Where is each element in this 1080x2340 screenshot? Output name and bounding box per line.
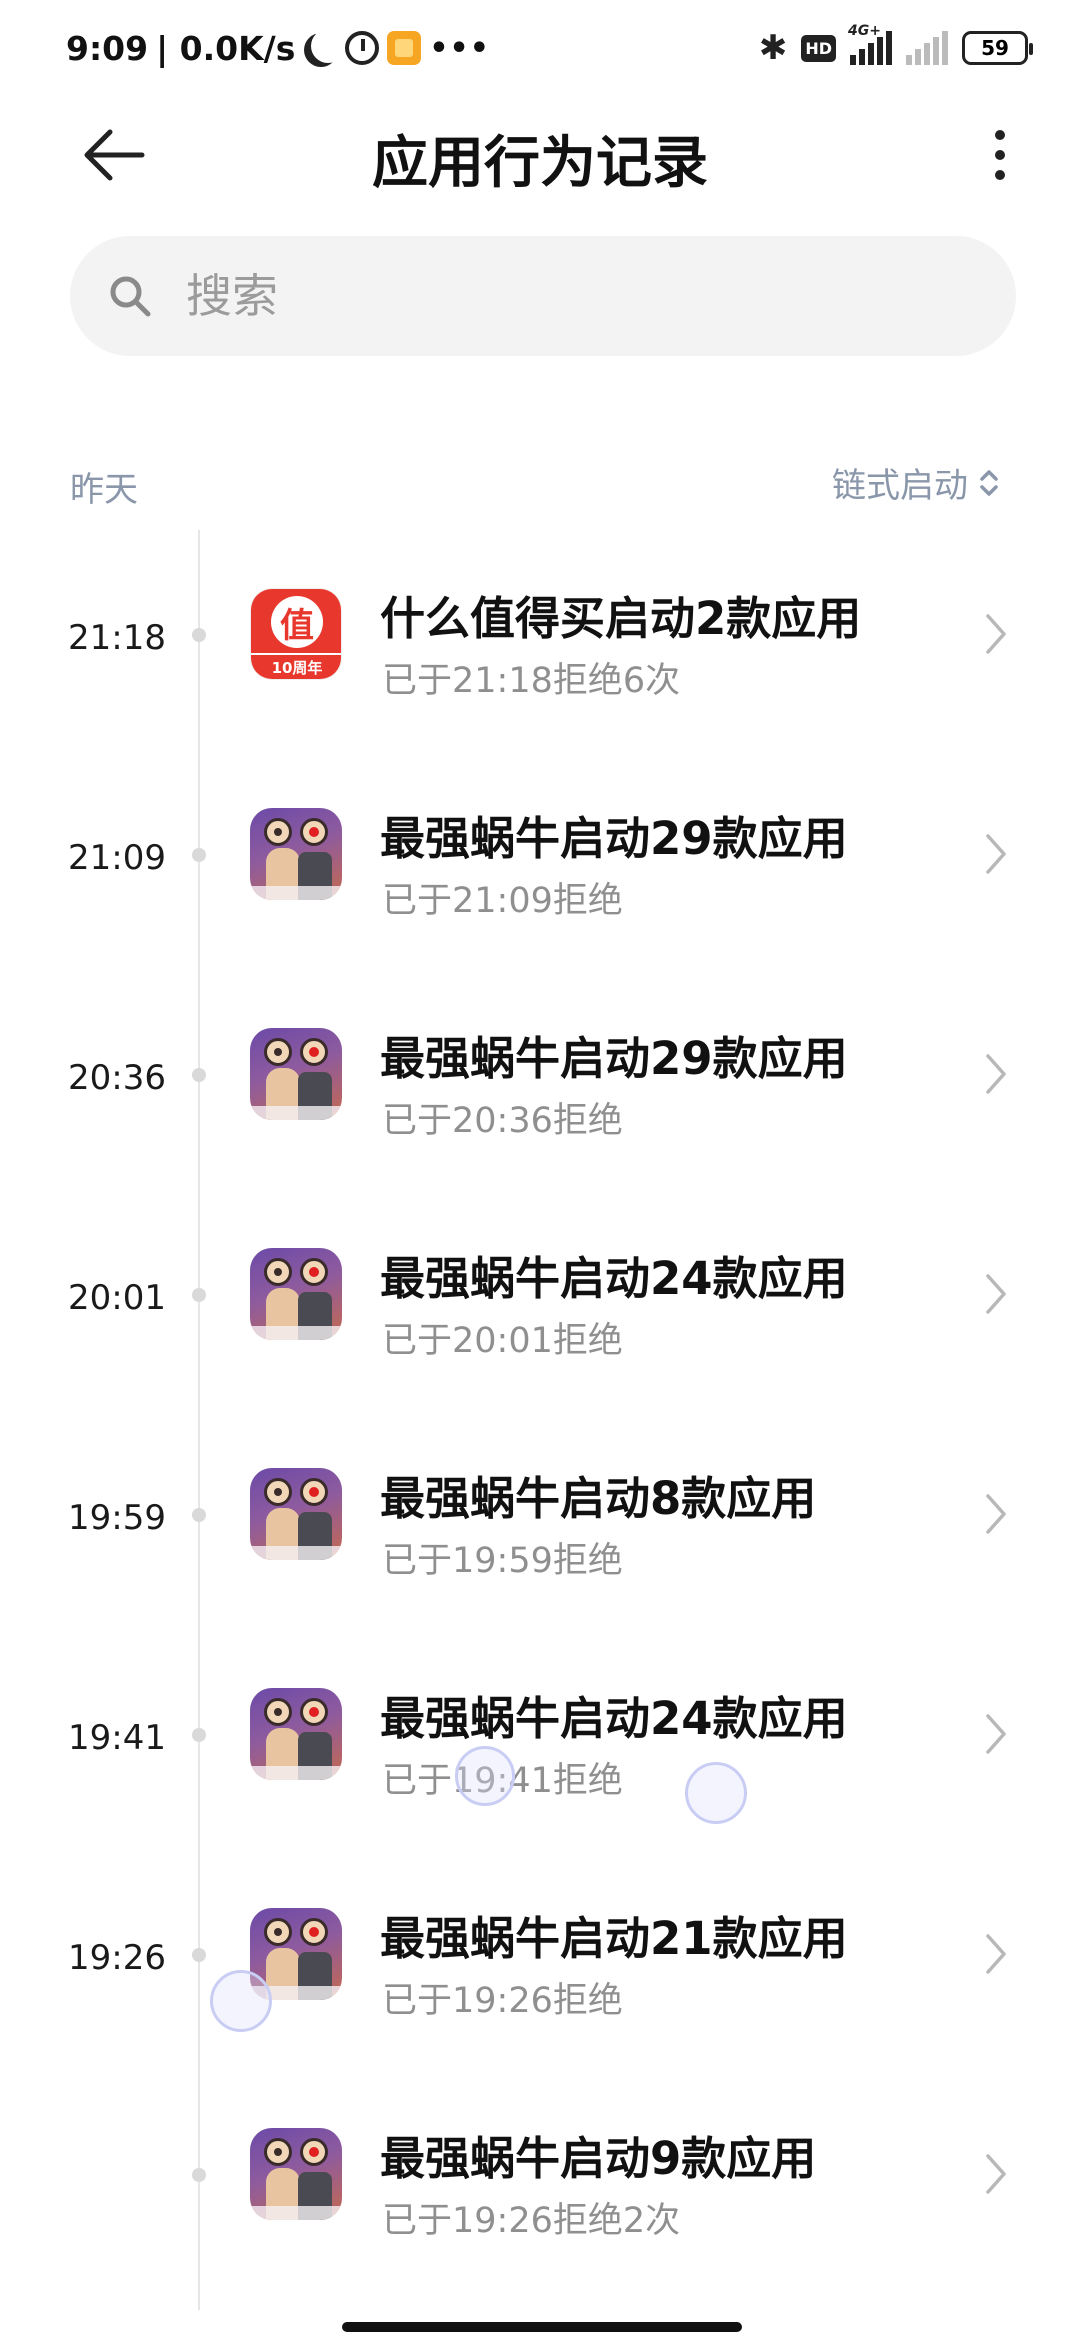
timeline-dot <box>192 1508 206 1522</box>
chevron-right-icon <box>986 1714 1006 1754</box>
record-time: 19:59 <box>68 1498 166 1538</box>
record-row[interactable]: 20:01 最强蜗牛启动24款应用已于20:01拒绝 <box>0 1200 1080 1380</box>
page-title: 应用行为记录 <box>372 131 708 196</box>
record-subtitle: 已于21:09拒绝 <box>382 881 623 921</box>
record-title: 最强蜗牛启动29款应用 <box>380 1032 848 1085</box>
record-time: 20:36 <box>68 1058 166 1098</box>
more-notifications-icon: ••• <box>429 30 490 66</box>
record-title: 最强蜗牛启动29款应用 <box>380 812 848 865</box>
search-icon <box>110 276 151 317</box>
search-bar[interactable] <box>70 236 1016 356</box>
record-row[interactable]: 21:09 最强蜗牛启动29款应用已于21:09拒绝 <box>0 760 1080 940</box>
header: 应用行为记录 <box>0 100 1080 210</box>
timeline-dot <box>192 1948 206 1962</box>
record-subtitle: 已于21:18拒绝6次 <box>382 661 681 701</box>
notification-app-icon <box>387 31 422 65</box>
record-title: 最强蜗牛启动24款应用 <box>380 1252 848 1305</box>
timeline-dot <box>192 1728 206 1742</box>
chevron-right-icon <box>986 2154 1006 2194</box>
record-row[interactable]: 最强蜗牛启动9款应用已于19:26拒绝2次 <box>0 2080 1080 2260</box>
smzdm-app-icon: 值 10周年 <box>250 588 342 680</box>
chevron-right-icon <box>986 834 1006 874</box>
moon-icon <box>311 29 345 63</box>
snail-game-app-icon <box>250 2128 342 2220</box>
snail-game-app-icon <box>250 1468 342 1560</box>
touch-indicator <box>685 1762 747 1824</box>
record-time: 19:26 <box>68 1938 166 1978</box>
timeline-dot <box>192 848 206 862</box>
record-row[interactable]: 19:59 最强蜗牛启动8款应用已于19:59拒绝 <box>0 1420 1080 1600</box>
home-indicator[interactable] <box>342 2322 742 2332</box>
record-subtitle: 已于20:01拒绝 <box>382 1321 623 1361</box>
section-date: 昨天 <box>70 470 138 510</box>
status-bar: 9:09 | 0.0K/s ••• ✱ HD 4G+ 59 <box>0 0 1080 96</box>
icon-label: 10周年 <box>251 653 341 679</box>
timeline-dot <box>192 1288 206 1302</box>
status-net-speed: | 0.0K/s <box>156 28 296 68</box>
snail-game-app-icon <box>250 808 342 900</box>
record-title: 最强蜗牛启动24款应用 <box>380 1692 848 1745</box>
chevron-right-icon <box>986 1494 1006 1534</box>
chevron-right-icon <box>986 1274 1006 1314</box>
record-row[interactable]: 19:41 最强蜗牛启动24款应用 已于19:41拒绝 <box>0 1640 1080 1820</box>
record-time: 19:41 <box>68 1718 166 1758</box>
status-right: ✱ HD 4G+ 59 <box>758 23 1033 70</box>
timeline-dot <box>192 628 206 642</box>
record-row[interactable]: 21:18 值 10周年 什么值得买启动2款应用已于21:18拒绝6次 <box>0 540 1080 720</box>
snail-game-app-icon <box>250 1688 342 1780</box>
icon-char: 值 <box>271 596 323 648</box>
bluetooth-icon: ✱ <box>758 28 788 68</box>
record-subtitle: 已于19:26拒绝2次 <box>382 2201 681 2241</box>
timeline-dot <box>192 1068 206 1082</box>
status-left: 9:09 | 0.0K/s ••• <box>66 24 490 72</box>
record-time: 21:18 <box>68 618 166 658</box>
hd-icon: HD <box>801 34 836 62</box>
record-subtitle: 已于19:59拒绝 <box>382 1541 623 1581</box>
signal-icon-2 <box>906 31 948 65</box>
more-options-button[interactable] <box>970 120 1030 190</box>
record-title: 什么值得买启动2款应用 <box>380 592 862 645</box>
search-input[interactable] <box>186 266 966 326</box>
record-time: 21:09 <box>68 838 166 878</box>
status-time: 9:09 <box>66 28 149 68</box>
sort-button[interactable]: 链式启动 <box>832 458 1000 507</box>
record-row[interactable]: 20:36 最强蜗牛启动29款应用已于20:36拒绝 <box>0 980 1080 1160</box>
snail-game-app-icon <box>250 1028 342 1120</box>
record-subtitle: 已于19:26拒绝 <box>382 1981 623 2021</box>
record-subtitle: 已于20:36拒绝 <box>382 1101 623 1141</box>
chevron-right-icon <box>986 1054 1006 1094</box>
chevron-right-icon <box>986 614 1006 654</box>
sort-updown-icon <box>980 469 998 496</box>
signal-icon: 4G+ <box>848 23 892 65</box>
alarm-icon <box>345 31 380 65</box>
network-type: 4G+ <box>848 23 881 39</box>
touch-indicator <box>455 1746 515 1806</box>
touch-indicator <box>210 1970 272 2032</box>
record-row[interactable]: 19:26 最强蜗牛启动21款应用已于19:26拒绝 <box>0 1860 1080 2040</box>
more-vertical-icon <box>995 130 1005 140</box>
record-title: 最强蜗牛启动21款应用 <box>380 1912 848 1965</box>
record-time: 20:01 <box>68 1278 166 1318</box>
chevron-right-icon <box>986 1934 1006 1974</box>
record-title: 最强蜗牛启动8款应用 <box>380 1472 817 1525</box>
timeline-dot <box>192 2168 206 2182</box>
battery-icon: 59 <box>962 31 1033 65</box>
sort-label: 链式启动 <box>832 466 968 506</box>
record-title: 最强蜗牛启动9款应用 <box>380 2132 817 2185</box>
snail-game-app-icon <box>250 1248 342 1340</box>
